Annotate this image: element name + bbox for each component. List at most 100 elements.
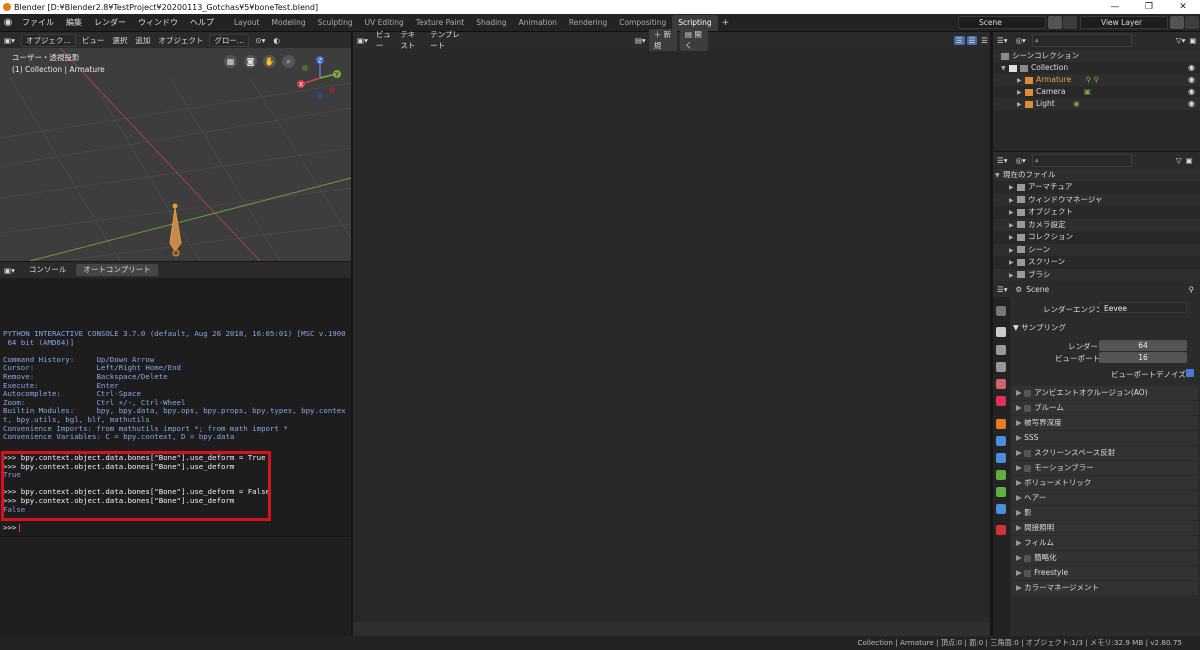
camera-view-icon[interactable]: ◙ (244, 55, 257, 68)
tab-console[interactable]: コンソール (22, 264, 74, 276)
add-workspace-button[interactable]: + (718, 15, 734, 31)
object-data-tab-icon[interactable] (996, 487, 1006, 497)
file-outliner-row[interactable]: ▶ カメラ設定 (993, 218, 1200, 232)
visibility-eye-icon[interactable]: ◉ (1188, 98, 1195, 110)
bone-tab-icon[interactable] (996, 504, 1006, 514)
outliner-editor-type-icon[interactable]: ☰▾ (993, 36, 1012, 45)
zoom-icon[interactable]: ⌕ (282, 55, 295, 68)
new-scene-icon[interactable] (1048, 16, 1062, 29)
new-view-layer-icon[interactable] (1170, 16, 1184, 29)
properties-panel-header[interactable]: ▶ モーションブラー (1012, 461, 1198, 475)
view-layer-tab-icon[interactable] (996, 362, 1006, 372)
view-layer-selector[interactable]: View Layer (1080, 16, 1168, 29)
expand-arrow-icon[interactable]: ▶ (1009, 270, 1017, 282)
panel-enable-checkbox[interactable] (1024, 464, 1032, 472)
panel-enable-checkbox[interactable] (1024, 569, 1032, 577)
transform-orientation-dropdown[interactable]: グロー… (209, 33, 250, 47)
world-tab-icon[interactable] (996, 396, 1006, 406)
texture-tab-icon[interactable] (996, 525, 1006, 535)
physics-tab-icon[interactable] (996, 453, 1006, 463)
3d-viewport[interactable]: ▣▾ オブジェク… ビュー 選択 追加 オブジェクト グロー… ⊙▾ ◐ ユーザ… (0, 32, 351, 261)
expand-arrow-icon[interactable]: ▶ (1009, 207, 1017, 219)
properties-panel-header[interactable]: ▶ 影 (1012, 506, 1198, 520)
text-browse-icon[interactable]: ▤▾ (635, 36, 646, 45)
panel-expand-arrow-icon[interactable]: ▶ (1016, 478, 1024, 487)
panel-expand-arrow-icon[interactable]: ▶ (1016, 403, 1024, 412)
outliner-row-scene-collection[interactable]: シーンコレクション (993, 50, 1200, 62)
properties-panel-header[interactable]: ▶ スクリーンスペース反射 (1012, 446, 1198, 460)
output-tab-icon[interactable] (996, 345, 1006, 355)
properties-panel-header[interactable]: ▶ フィルム (1012, 536, 1198, 550)
outliner-row-collection[interactable]: ▼ Collection ◉ (993, 62, 1200, 74)
panel-expand-arrow-icon[interactable]: ▶ (1016, 388, 1024, 397)
tab-shading[interactable]: Shading (470, 15, 512, 31)
expand-arrow-icon[interactable]: ▶ (1009, 245, 1017, 257)
panel-expand-arrow-icon[interactable]: ▶ (1016, 538, 1024, 547)
properties-panel-header[interactable]: ▶ 被写界深度 (1012, 416, 1198, 430)
panel-expand-arrow-icon[interactable]: ▶ (1016, 463, 1024, 472)
properties-panel-header[interactable]: ▶ アンビエントオクルージョン(AO) (1012, 386, 1198, 400)
object-constraint-tab-icon[interactable] (996, 470, 1006, 480)
tab-layout[interactable]: Layout (228, 15, 266, 31)
editor-type-icon[interactable]: ▣▾ (0, 36, 19, 45)
viewport-menu-select[interactable]: 選択 (108, 35, 131, 46)
expand-arrow-icon[interactable]: ▶ (1009, 182, 1017, 194)
panel-expand-arrow-icon[interactable]: ▶ (1016, 493, 1024, 502)
sampling-panel-header[interactable]: ▼ サンプリング (1013, 322, 1066, 333)
tab-autocomplete[interactable]: オートコンプリート (76, 264, 158, 276)
proportional-edit-icon[interactable]: ◐ (269, 36, 284, 45)
panel-expand-arrow-icon[interactable]: ▶ (1016, 508, 1024, 517)
outliner-filter-icon[interactable]: ▽▾ (1176, 36, 1186, 45)
text-menu-templates[interactable]: テンプレート (426, 29, 467, 51)
menu-render[interactable]: レンダー (88, 14, 132, 32)
expand-arrow-icon[interactable]: ▶ (1009, 257, 1017, 269)
text-menu-text[interactable]: テキスト (396, 29, 426, 51)
outliner-new-collection-icon[interactable]: ▣ (1189, 36, 1196, 45)
properties-editor-type-icon[interactable]: ☰▾ (993, 285, 1012, 294)
panel-enable-checkbox[interactable] (1024, 449, 1032, 457)
viewport-menu-add[interactable]: 追加 (131, 35, 154, 46)
outliner-display-mode-icon[interactable]: ◎▾ (1012, 36, 1030, 45)
pin-icon[interactable]: ⚲ (1189, 285, 1195, 294)
tab-modeling[interactable]: Modeling (266, 15, 312, 31)
file-outliner-row[interactable]: ▶ アーマチュア (993, 181, 1200, 193)
blender-menu-icon[interactable]: ◉ (0, 17, 16, 28)
file-outliner-editor-type-icon[interactable]: ☰▾ (993, 156, 1012, 165)
panel-enable-checkbox[interactable] (1024, 389, 1032, 397)
visibility-eye-icon[interactable]: ◉ (1188, 86, 1195, 98)
menu-help[interactable]: ヘルプ (184, 14, 220, 32)
panel-enable-checkbox[interactable] (1024, 404, 1032, 412)
expand-arrow-icon[interactable]: ▶ (1009, 195, 1017, 207)
expand-arrow-icon[interactable]: ▶ (1009, 220, 1017, 232)
properties-panel-header[interactable]: ▶ カラーマネージメント (1012, 581, 1198, 595)
close-button[interactable]: ✕ (1166, 0, 1200, 14)
new-text-button[interactable]: ＋ 新規 (648, 29, 677, 51)
navigation-gizmo[interactable]: Z Y X (296, 54, 346, 104)
outliner[interactable]: ☰▾ ◎▾ ⌕ ▽▾ ▣ シーンコレクション ▼ Collection ◉ ▶ Ar… (993, 32, 1200, 151)
file-outliner-search-input[interactable]: ⌕ (1031, 153, 1132, 167)
object-tab-icon[interactable] (996, 419, 1006, 429)
file-outliner-filter-icon[interactable]: ▽ (1176, 156, 1182, 165)
grid-toggle-icon[interactable]: ▦ (224, 55, 237, 68)
console-editor-type-icon[interactable]: ▣▾ (0, 266, 19, 275)
text-editor-type-icon[interactable]: ▣▾ (353, 36, 372, 45)
scene-selector[interactable]: Scene (958, 16, 1046, 29)
text-menu-view[interactable]: ビュー (372, 29, 396, 51)
menu-file[interactable]: ファイル (16, 14, 60, 32)
viewport-menu-object[interactable]: オブジェクト (154, 35, 207, 46)
file-outliner[interactable]: ☰▾ ◎▾ ⌕ ▽ ▣ ▼ 現在のファイル ▶ アーマチュア ▶ ウィンドウマネージャ ▶… (993, 152, 1200, 282)
file-outliner-purge-icon[interactable]: ▣ (1186, 156, 1193, 165)
menu-edit[interactable]: 編集 (60, 14, 88, 32)
file-outliner-row[interactable]: ▶ ブラシ (993, 268, 1200, 282)
render-tab-icon[interactable] (996, 327, 1006, 337)
python-console[interactable]: ▣▾ コンソール オートコンプリート PYTHON INTERACTIVE CO… (0, 262, 351, 536)
properties-panel-header[interactable]: ▶ 簡略化 (1012, 551, 1198, 565)
checkbox-icon[interactable] (1009, 64, 1017, 72)
panel-expand-arrow-icon[interactable]: ▶ (1016, 568, 1024, 577)
delete-scene-icon[interactable] (1063, 16, 1077, 29)
open-text-button[interactable]: ▤ 開く (679, 29, 708, 51)
file-outliner-row[interactable]: ▶ スクリーン (993, 256, 1200, 268)
expand-arrow-icon[interactable]: ▶ (1009, 232, 1017, 244)
syntax-highlight-icon[interactable]: ☰ (979, 36, 990, 45)
panel-expand-arrow-icon[interactable]: ▶ (1016, 583, 1024, 592)
